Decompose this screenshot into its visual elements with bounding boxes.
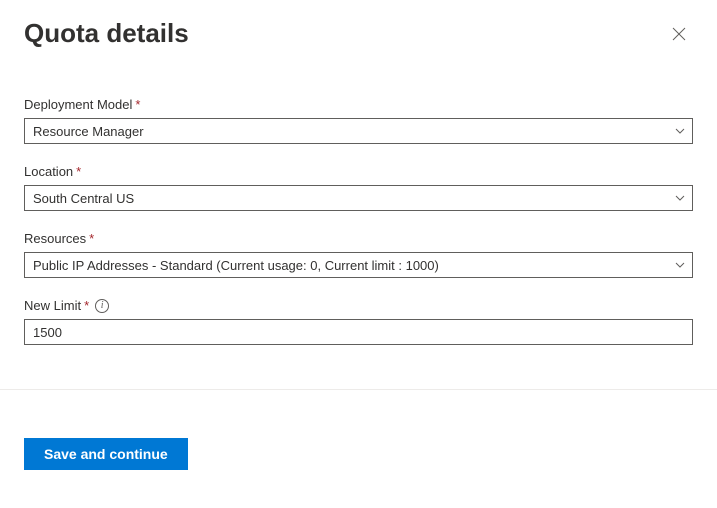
select-value: Public IP Addresses - Standard (Current …: [33, 258, 439, 273]
deployment-model-label: Deployment Model *: [24, 97, 693, 112]
required-indicator: *: [76, 164, 81, 179]
label-text: New Limit: [24, 298, 81, 313]
label-text: Resources: [24, 231, 86, 246]
deployment-model-field: Deployment Model * Resource Manager: [24, 97, 693, 144]
label-text: Deployment Model: [24, 97, 132, 112]
save-and-continue-button[interactable]: Save and continue: [24, 438, 188, 470]
quota-details-panel: Quota details Deployment Model * Resourc…: [0, 0, 717, 383]
deployment-model-select[interactable]: Resource Manager: [24, 118, 693, 144]
resources-select[interactable]: Public IP Addresses - Standard (Current …: [24, 252, 693, 278]
chevron-down-icon: [674, 125, 686, 137]
location-label: Location *: [24, 164, 693, 179]
required-indicator: *: [84, 298, 89, 313]
separator: [0, 389, 717, 390]
label-text: Location: [24, 164, 73, 179]
panel-header: Quota details: [24, 18, 693, 49]
required-indicator: *: [89, 231, 94, 246]
new-limit-field: New Limit * i: [24, 298, 693, 345]
new-limit-input[interactable]: [24, 319, 693, 345]
close-icon: [672, 27, 686, 41]
panel-title: Quota details: [24, 18, 189, 49]
chevron-down-icon: [674, 259, 686, 271]
chevron-down-icon: [674, 192, 686, 204]
location-select[interactable]: South Central US: [24, 185, 693, 211]
select-value: South Central US: [33, 191, 134, 206]
select-value: Resource Manager: [33, 124, 144, 139]
resources-label: Resources *: [24, 231, 693, 246]
required-indicator: *: [135, 97, 140, 112]
info-icon[interactable]: i: [95, 299, 109, 313]
location-field: Location * South Central US: [24, 164, 693, 211]
resources-field: Resources * Public IP Addresses - Standa…: [24, 231, 693, 278]
new-limit-label: New Limit * i: [24, 298, 693, 313]
close-button[interactable]: [665, 20, 693, 48]
panel-footer: Save and continue: [24, 438, 188, 470]
